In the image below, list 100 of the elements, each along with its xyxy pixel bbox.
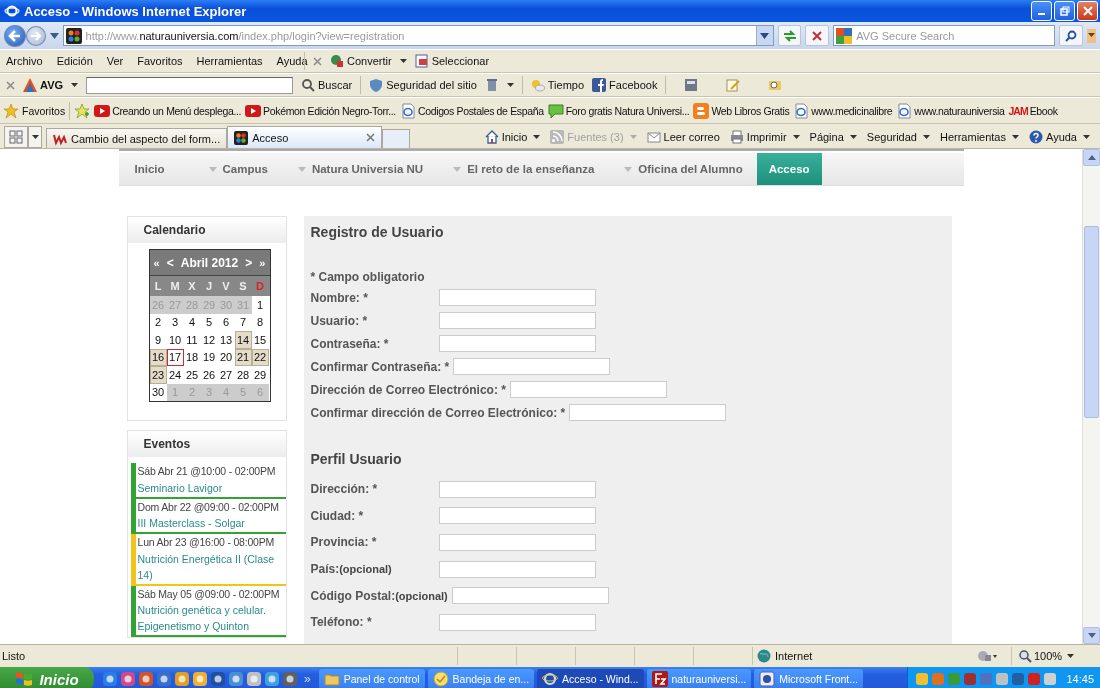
calendar-day[interactable]: 18 (183, 348, 201, 366)
calendar-day[interactable]: 1 (251, 296, 269, 314)
calendar-day[interactable]: 19 (200, 348, 218, 366)
calendar-day[interactable]: 17 (166, 348, 184, 366)
calendar-day[interactable]: 9 (149, 331, 167, 349)
calendar-day[interactable]: 10 (166, 331, 184, 349)
tray-icon[interactable] (1026, 671, 1043, 687)
calendar-day[interactable]: 13 (217, 331, 235, 349)
site-safety-button[interactable]: Seguridad del sitio (369, 78, 477, 92)
calendar-day[interactable]: 27 (217, 366, 235, 384)
calendar-day[interactable]: 11 (183, 331, 201, 349)
search-button[interactable]: Buscar (301, 78, 353, 92)
caret-icon[interactable] (399, 59, 407, 63)
calendar-day[interactable]: 20 (217, 348, 235, 366)
calendar-day[interactable]: 4 (183, 313, 201, 331)
minimize-button[interactable] (1031, 1, 1052, 21)
input-field[interactable] (451, 587, 609, 605)
taskbar-button[interactable]: Acceso - Wind... (537, 669, 644, 688)
input-field[interactable] (438, 560, 596, 578)
menu-item[interactable]: Archivo (6, 55, 43, 67)
calendar-day[interactable]: 5 (200, 313, 218, 331)
tray-icon[interactable] (914, 671, 931, 687)
command-button[interactable]: Imprimir (729, 130, 800, 144)
tray-icon[interactable] (962, 671, 979, 687)
command-button[interactable]: Ayuda (1029, 130, 1090, 144)
input-field[interactable] (438, 613, 596, 631)
select-button[interactable]: Seleccionar (414, 54, 490, 68)
calendar-day[interactable]: 3 (166, 313, 184, 331)
site-menu-item[interactable]: Natura Universia NU (281, 153, 438, 185)
scrollbar[interactable] (1082, 149, 1100, 644)
calendar-day[interactable]: 23 (149, 366, 167, 384)
input-field[interactable] (438, 289, 596, 306)
event-link[interactable]: Seminario Lavigor (137, 479, 286, 496)
forward-button[interactable] (25, 25, 46, 46)
favorite-link[interactable]: Web Libros Gratis (693, 102, 790, 119)
input-field[interactable] (509, 381, 667, 398)
next-month-button[interactable]: > (245, 255, 253, 270)
input-field[interactable] (438, 335, 596, 352)
search-input[interactable] (86, 76, 294, 94)
menu-item[interactable]: Ayuda (276, 55, 308, 67)
input-field[interactable] (438, 507, 596, 525)
restore-button[interactable] (1054, 1, 1075, 21)
favorites-button[interactable]: Favoritos (3, 102, 66, 119)
calculator-icon[interactable] (684, 78, 699, 92)
site-menu-item[interactable]: Inicio (118, 153, 193, 185)
weather-button[interactable]: Tiempo (530, 78, 585, 92)
lock-icon[interactable] (977, 649, 997, 663)
close-icon[interactable] (366, 133, 376, 142)
app-icon[interactable] (228, 671, 244, 687)
caret-icon[interactable] (49, 32, 59, 39)
more-button[interactable]: » (298, 672, 319, 686)
caret-icon[interactable] (506, 83, 514, 87)
command-button[interactable]: Inicio (484, 130, 541, 144)
facebook-button[interactable]: Facebook (592, 78, 658, 92)
site-menu-item[interactable]: El reto de la enseñanza (437, 153, 609, 185)
caret-icon[interactable] (1087, 28, 1096, 43)
input-field[interactable] (438, 534, 596, 551)
zoom-button[interactable]: 100% (1011, 647, 1075, 665)
calendar-day[interactable]: 7 (234, 313, 252, 331)
favorite-link[interactable]: Codigos Postales de España (399, 102, 544, 119)
app-icon[interactable] (192, 671, 208, 687)
start-button[interactable]: Inicio (0, 667, 94, 688)
app-icon[interactable] (102, 671, 118, 687)
search-button[interactable] (1059, 25, 1083, 46)
command-button[interactable]: Leer correo (646, 130, 720, 144)
convert-button[interactable]: Convertir (330, 54, 392, 68)
browser-tab[interactable]: Cambio del aspecto del form... (46, 128, 228, 148)
calendar-day[interactable]: 16 (149, 348, 167, 366)
calendar-day[interactable]: 2 (149, 313, 167, 331)
address-field[interactable]: http://www.naturauniversia.com/index.php/login?view=registration (62, 25, 774, 46)
input-field[interactable] (569, 404, 727, 421)
app-icon[interactable] (138, 671, 154, 687)
close-icon[interactable] (6, 80, 15, 90)
search-field[interactable]: AVG Secure Search (833, 25, 1056, 46)
calendar-day[interactable]: 24 (166, 366, 184, 384)
up-arrow-icon[interactable] (1087, 155, 1096, 160)
menu-item[interactable]: Ver (106, 55, 124, 67)
menu-item[interactable]: Edición (56, 55, 93, 67)
app-icon[interactable] (264, 671, 280, 687)
app-icon[interactable] (156, 671, 172, 687)
add-favorite-icon[interactable] (74, 102, 91, 119)
menu-item[interactable]: Favoritos (137, 55, 183, 67)
calendar-day[interactable]: 30 (149, 383, 167, 401)
input-field[interactable] (453, 358, 611, 375)
folder-search-icon[interactable] (768, 78, 783, 92)
new-tab-button[interactable] (382, 129, 411, 148)
menu-item[interactable]: Herramientas (196, 55, 263, 67)
trash-icon[interactable] (484, 78, 499, 92)
input-field[interactable] (438, 480, 596, 498)
tray-icon[interactable] (1042, 671, 1059, 687)
app-icon[interactable] (246, 671, 262, 687)
calendar-day[interactable]: 12 (200, 331, 218, 349)
close-button[interactable] (1077, 1, 1098, 21)
calendar-day[interactable]: 26 (200, 366, 218, 384)
dropdown-button[interactable] (755, 26, 773, 45)
next-year-button[interactable]: » (259, 256, 266, 269)
browser-tab[interactable]: Acceso (227, 126, 383, 148)
favorite-link[interactable]: www.naturauniversia (896, 102, 1005, 119)
command-button[interactable]: Seguridad (866, 131, 930, 143)
app-icon[interactable] (120, 671, 136, 687)
